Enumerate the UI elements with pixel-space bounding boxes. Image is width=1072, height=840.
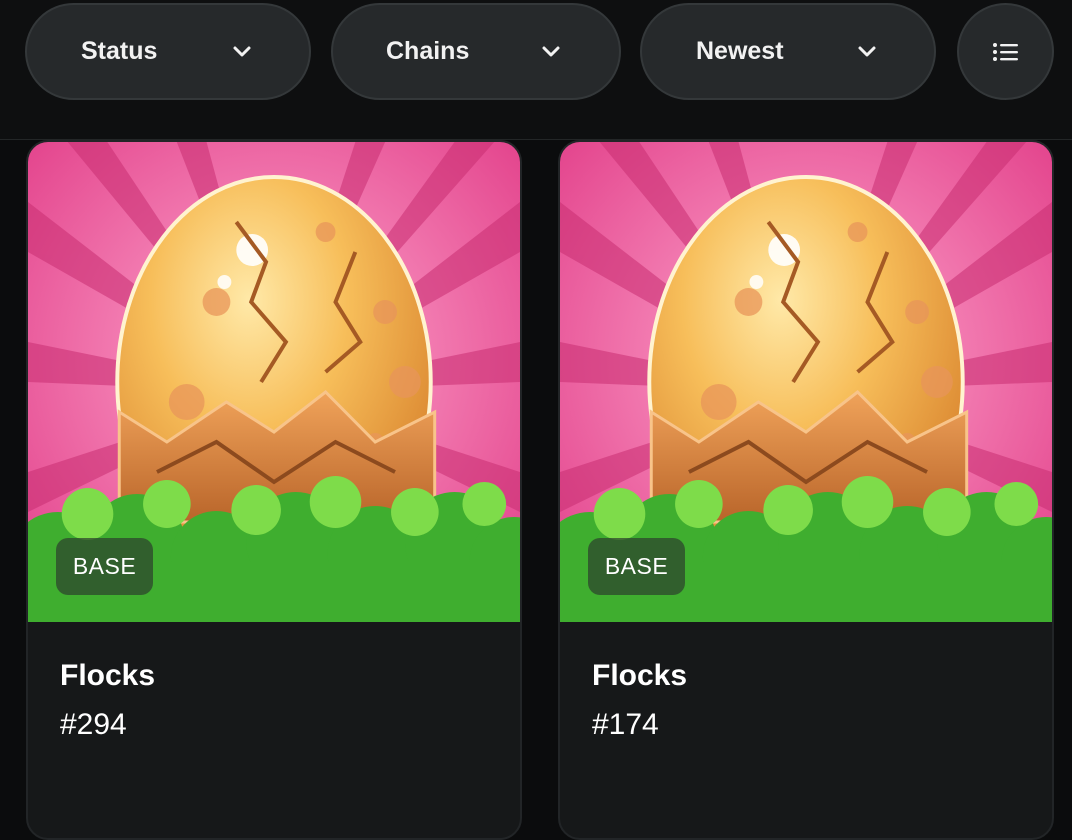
chains-filter-dropdown[interactable]: Chains bbox=[331, 3, 621, 100]
list-icon bbox=[992, 42, 1018, 61]
chain-badge: BASE bbox=[56, 538, 153, 595]
nft-card[interactable]: BASE Flocks #174 bbox=[558, 140, 1054, 840]
chevron-down-icon bbox=[858, 46, 876, 56]
status-filter-label: Status bbox=[81, 37, 158, 65]
collection-name: Flocks bbox=[60, 659, 156, 692]
collection-name: Flocks bbox=[592, 659, 688, 692]
list-view-button[interactable] bbox=[957, 3, 1054, 100]
sort-label: Newest bbox=[696, 37, 784, 65]
status-filter-dropdown[interactable]: Status bbox=[25, 3, 311, 100]
chains-filter-label: Chains bbox=[386, 37, 470, 65]
chain-badge: BASE bbox=[588, 538, 685, 595]
nft-card[interactable]: BASE Flocks #294 bbox=[26, 140, 522, 840]
chevron-down-icon bbox=[542, 46, 560, 56]
token-id: #294 bbox=[60, 708, 127, 741]
token-id: #174 bbox=[592, 708, 659, 741]
filter-bar: Status Chains Newest bbox=[0, 0, 1072, 140]
chevron-down-icon bbox=[233, 46, 251, 56]
sort-dropdown[interactable]: Newest bbox=[640, 3, 936, 100]
